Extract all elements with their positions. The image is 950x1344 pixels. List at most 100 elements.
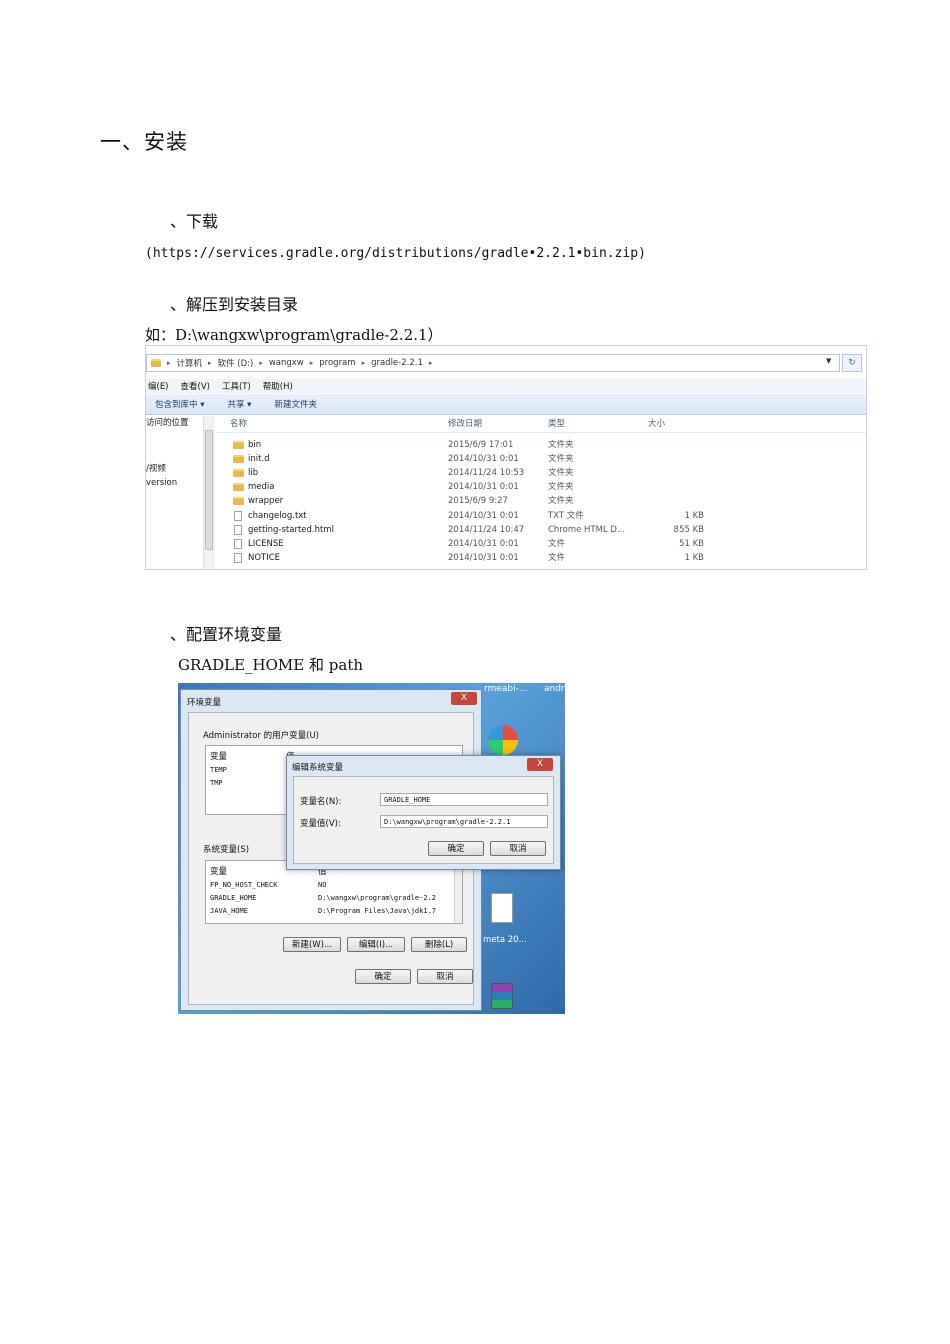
- file-row[interactable]: lib 2014/11/24 10:53 文件夹: [146, 466, 866, 480]
- new-variable-button[interactable]: 新建(W)...: [283, 937, 341, 952]
- file-name: NOTICE: [248, 552, 281, 563]
- list-scrollbar[interactable]: [454, 861, 462, 923]
- close-icon[interactable]: X: [527, 758, 553, 771]
- menu-edit[interactable]: 编(E): [148, 380, 169, 392]
- chevron-down-icon[interactable]: ▼: [826, 357, 831, 365]
- var-name-label: 变量名(N):: [300, 797, 342, 807]
- var-value-input[interactable]: D:\wangxw\program\gradle-2.2.1: [380, 815, 548, 828]
- file-name: bin: [248, 440, 262, 450]
- column-date[interactable]: 修改日期: [448, 416, 482, 432]
- file-date: 2014/11/24 10:47: [448, 524, 525, 535]
- file-type: Chrome HTML D...: [548, 524, 626, 535]
- edit-variable-button[interactable]: 编辑(I)...: [347, 937, 405, 952]
- table-cell-value[interactable]: NO: [318, 881, 326, 889]
- list-item[interactable]: TMP: [210, 779, 223, 787]
- chevron-right-icon: ▸: [361, 359, 366, 367]
- column-size[interactable]: 大小: [648, 416, 665, 432]
- table-cell-value[interactable]: D:\wangxw\program\gradle-2.2: [318, 894, 436, 902]
- file-row[interactable]: wrapper 2015/6/9 9:27 文件夹: [146, 494, 866, 508]
- refresh-icon[interactable]: ↻: [842, 354, 862, 372]
- edit-ok-button[interactable]: 确定: [428, 841, 484, 856]
- file-date: 2014/10/31 0:01: [448, 552, 519, 563]
- archive-icon[interactable]: [491, 983, 513, 1009]
- file-icon: [234, 552, 242, 563]
- file-row[interactable]: getting-started.html 2014/11/24 10:47 Chro…: [146, 523, 866, 537]
- menu-help[interactable]: 帮助(H): [263, 380, 293, 392]
- download-url: (https://services.gradle.org/distributio…: [145, 246, 646, 261]
- section-title: 一、安装: [100, 130, 188, 154]
- close-icon[interactable]: X: [451, 692, 477, 705]
- install-path-example: 如：D:\wangxw\program\gradle-2.2.1）: [145, 326, 443, 344]
- table-cell-name[interactable]: GRADLE_HOME: [210, 894, 256, 902]
- share-button[interactable]: 共享 ▾: [227, 398, 251, 410]
- table-cell-name[interactable]: FP_NO_HOST_CHECK: [210, 881, 277, 889]
- file-row[interactable]: LICENSE 2014/10/31 0:01 文件 51 KB: [146, 537, 866, 551]
- file-date: 2015/6/9 17:01: [448, 440, 514, 450]
- file-type: 文件夹: [548, 482, 574, 493]
- var-name-value: GRADLE_HOME: [384, 796, 431, 804]
- edit-system-variable-dialog: 编辑系统变量 X 变量名(N): GRADLE_HOME 变量值(V): D:\…: [286, 755, 561, 870]
- file-date: 2015/6/9 9:27: [448, 496, 508, 507]
- file-name: wrapper: [248, 496, 284, 507]
- desktop-text: andr: [544, 684, 565, 694]
- file-type: 文件: [548, 552, 566, 563]
- step-download: 、下载: [170, 212, 219, 231]
- var-name-input[interactable]: GRADLE_HOME: [380, 793, 548, 806]
- file-icon: [234, 538, 242, 549]
- file-name: changelog.txt: [248, 510, 307, 521]
- address-bar[interactable]: ▸ 计算机 ▸ 软件 (D:) ▸ wangxw ▸ program ▸ gra…: [146, 354, 840, 372]
- file-type: 文件夹: [548, 454, 574, 465]
- sys-vars-label: 系统变量(S): [203, 845, 250, 855]
- breadcrumb-gradle[interactable]: gradle-2.2.1: [371, 358, 423, 368]
- folder-icon: [233, 497, 244, 506]
- menu-bar: 编(E) 查看(V) 工具(T) 帮助(H): [146, 379, 866, 393]
- file-icon: [234, 524, 242, 535]
- cancel-button[interactable]: 取消: [417, 969, 473, 984]
- column-type[interactable]: 类型: [548, 416, 565, 432]
- file-icon[interactable]: [491, 893, 513, 923]
- chevron-right-icon: ▸: [309, 359, 314, 367]
- list-item[interactable]: TEMP: [210, 766, 227, 774]
- dialog-title: 环境变量: [187, 698, 222, 708]
- file-name: getting-started.html: [248, 524, 334, 535]
- user-vars-label: Administrator 的用户变量(U): [203, 731, 319, 741]
- app-icon[interactable]: [488, 725, 518, 755]
- file-row[interactable]: changelog.txt 2014/10/31 0:01 TXT 文件 1 KB: [146, 509, 866, 523]
- file-size: 1 KB: [684, 552, 704, 563]
- file-size: 51 KB: [679, 538, 704, 549]
- breadcrumb-drive[interactable]: 软件 (D:): [218, 357, 254, 369]
- table-cell-value[interactable]: D:\Program Files\Java\jdk1.7: [318, 907, 436, 915]
- file-date: 2014/10/31 0:01: [448, 538, 519, 549]
- nav-item-recent[interactable]: 访问的位置: [146, 416, 189, 428]
- command-bar: 包含到库中 ▾ 共享 ▾ 新建文件夹: [146, 394, 866, 415]
- menu-view[interactable]: 查看(V): [181, 380, 210, 392]
- table-cell-name[interactable]: JAVA_HOME: [210, 907, 248, 915]
- col-header-var: 变量: [210, 867, 228, 877]
- folder-icon: [233, 483, 244, 492]
- file-date: 2014/10/31 0:01: [448, 454, 519, 465]
- file-type: 文件: [548, 538, 566, 549]
- column-name[interactable]: 名称: [230, 416, 247, 432]
- chevron-right-icon: ▸: [259, 359, 263, 367]
- file-row[interactable]: NOTICE 2014/10/31 0:01 文件 1 KB: [146, 551, 866, 565]
- breadcrumb-wangxw[interactable]: wangxw: [269, 358, 304, 368]
- file-name: media: [248, 482, 275, 493]
- step-env: 、配置环境变量: [170, 625, 283, 644]
- file-date: 2014/10/31 0:01: [448, 482, 519, 493]
- edit-cancel-button[interactable]: 取消: [490, 841, 546, 856]
- chevron-right-icon: ▸: [167, 359, 171, 367]
- ok-button[interactable]: 确定: [355, 969, 411, 984]
- breadcrumb-computer[interactable]: 计算机: [177, 357, 203, 369]
- var-value-label: 变量值(V):: [300, 819, 341, 829]
- delete-variable-button[interactable]: 删除(L): [411, 937, 467, 952]
- file-row[interactable]: media 2014/10/31 0:01 文件夹: [146, 480, 866, 494]
- menu-tools[interactable]: 工具(T): [222, 380, 251, 392]
- new-folder-button[interactable]: 新建文件夹: [274, 398, 317, 410]
- var-value-value: D:\wangxw\program\gradle-2.2.1: [384, 818, 511, 826]
- breadcrumb-program[interactable]: program: [319, 358, 355, 368]
- explorer-screenshot: ▸ 计算机 ▸ 软件 (D:) ▸ wangxw ▸ program ▸ gra…: [145, 345, 867, 570]
- file-row[interactable]: init.d 2014/10/31 0:01 文件夹: [146, 452, 866, 466]
- file-row[interactable]: bin 2015/6/9 17:01 文件夹: [146, 438, 866, 452]
- include-in-library-button[interactable]: 包含到库中 ▾: [155, 398, 204, 410]
- env-note: GRADLE_HOME 和 path: [178, 656, 364, 674]
